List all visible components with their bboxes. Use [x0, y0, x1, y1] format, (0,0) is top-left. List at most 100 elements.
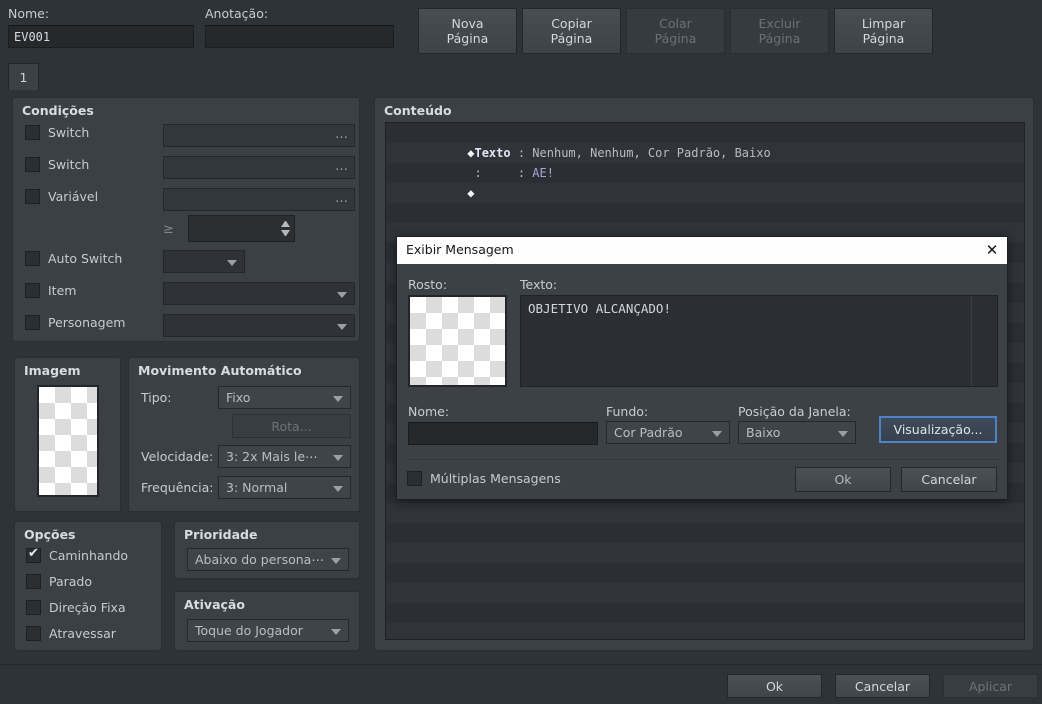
condicao-item-row[interactable]: Item: [25, 283, 76, 298]
page-tab-strip: 1: [0, 60, 1042, 90]
close-icon[interactable]: ✕: [981, 240, 1003, 261]
colar-pagina-button: Colar Página: [626, 8, 725, 54]
multiplas-mensagens-row[interactable]: Múltiplas Mensagens: [407, 471, 561, 486]
condicoes-title: Condições: [22, 103, 94, 118]
opcao-atravessar-checkbox[interactable]: [26, 626, 41, 641]
imagem-group: Imagem: [14, 357, 121, 512]
anotacao-input-wrap: [205, 25, 394, 48]
condicao-switch1-row[interactable]: Switch: [25, 125, 89, 140]
tipo-select[interactable]: Fixo: [218, 386, 351, 409]
dialog-title-bar: Exibir Mensagem ✕: [397, 237, 1007, 264]
dialog-ok-button[interactable]: Ok: [795, 467, 891, 492]
condicao-personagem-row[interactable]: Personagem: [25, 315, 125, 330]
condicao-variavel-checkbox[interactable]: [25, 189, 40, 204]
command-row-1[interactable]: ◆Texto : Nenhum, Nenhum, Cor Padrão, Bai…: [386, 123, 1024, 160]
condicao-auto-switch-label: Auto Switch: [48, 251, 123, 266]
opcao-caminhando-row[interactable]: Caminhando: [26, 546, 129, 563]
command-row-3[interactable]: ◆: [386, 163, 1024, 200]
exibir-mensagem-dialog: Exibir Mensagem ✕ Rosto: Texto: OBJETIVO…: [396, 236, 1008, 500]
anotacao-input[interactable]: [205, 25, 394, 48]
opcao-parado-checkbox[interactable]: [26, 574, 41, 589]
footer-aplicar-button: Aplicar: [943, 674, 1038, 698]
fundo-select[interactable]: Cor Padrão: [606, 421, 730, 444]
condicao-switch1-field[interactable]: [163, 124, 355, 147]
nova-pagina-line2: Página: [446, 31, 489, 46]
texto-value: OBJETIVO ALCANÇADO!: [528, 301, 671, 316]
limpar-pagina-line2: Página: [862, 31, 905, 46]
condicao-auto-switch-select[interactable]: [163, 250, 245, 273]
dialog-nome-input[interactable]: [408, 422, 598, 445]
copiar-pagina-line1: Copiar: [551, 16, 592, 31]
condicao-variavel-field[interactable]: [163, 188, 355, 211]
rosto-label: Rosto:: [408, 277, 448, 292]
multiplas-mensagens-checkbox[interactable]: [407, 471, 422, 486]
condicao-switch2-checkbox[interactable]: [25, 157, 40, 172]
condicao-variavel-row[interactable]: Variável: [25, 189, 98, 204]
dialog-title: Exibir Mensagem: [406, 242, 514, 257]
anotacao-label: Anotação:: [205, 6, 269, 21]
nome-label: Nome:: [8, 6, 50, 21]
dialog-separator: [407, 459, 999, 460]
nome-input[interactable]: [8, 25, 194, 48]
opcao-caminhando-label: Caminhando: [49, 548, 129, 563]
rota-button: Rota...: [232, 414, 351, 438]
texto-label: Texto:: [520, 277, 558, 292]
stepper-down-icon[interactable]: [281, 230, 290, 237]
command-row-2[interactable]: ◆: : AE!: [386, 143, 1024, 180]
tab-page-1[interactable]: 1: [8, 63, 39, 90]
opcao-atravessar-row[interactable]: Atravessar: [26, 626, 116, 641]
opcao-direcao-fixa-label: Direção Fixa: [49, 600, 126, 615]
condicao-operador-label: ≥: [163, 222, 174, 237]
footer-cancelar-button[interactable]: Cancelar: [835, 674, 930, 698]
ativacao-group: Ativação Toque do Jogador: [174, 591, 360, 651]
nova-pagina-line1: Nova: [451, 16, 484, 31]
opcao-direcao-fixa-row[interactable]: Direção Fixa: [26, 600, 126, 615]
limpar-pagina-button[interactable]: Limpar Página: [834, 8, 933, 54]
condicao-personagem-checkbox[interactable]: [25, 315, 40, 330]
condicao-item-label: Item: [48, 283, 77, 298]
condicao-valor-stepper[interactable]: [188, 215, 295, 242]
multiplas-mensagens-label: Múltiplas Mensagens: [430, 471, 561, 486]
condicao-item-checkbox[interactable]: [25, 283, 40, 298]
copiar-pagina-button[interactable]: Copiar Página: [522, 8, 621, 54]
condicao-item-select[interactable]: [163, 282, 355, 305]
conteudo-title: Conteúdo: [384, 103, 452, 118]
prioridade-title: Prioridade: [184, 527, 258, 542]
condicao-switch2-row[interactable]: Switch: [25, 157, 89, 172]
condicao-personagem-select[interactable]: [163, 314, 355, 337]
ativacao-select[interactable]: Toque do Jogador: [187, 619, 349, 642]
ativacao-title: Ativação: [184, 597, 245, 612]
limpar-pagina-line1: Limpar: [861, 16, 906, 31]
condicao-auto-switch-row[interactable]: Auto Switch: [25, 251, 122, 266]
velocidade-select[interactable]: 3: 2x Mais le⋯: [218, 445, 351, 468]
posicao-janela-select[interactable]: Baixo: [738, 421, 856, 444]
condicao-personagem-label: Personagem: [48, 315, 126, 330]
visualizacao-button[interactable]: Visualização...: [879, 416, 997, 443]
nova-pagina-button[interactable]: Nova Página: [418, 8, 517, 54]
opcao-parado-row[interactable]: Parado: [26, 574, 92, 589]
condicao-switch1-checkbox[interactable]: [25, 125, 40, 140]
dialog-nome-label: Nome:: [408, 404, 450, 419]
excluir-pagina-line1: Excluir: [758, 16, 801, 31]
opcoes-group: Opções Caminhando Parado Direção Fixa At…: [14, 521, 162, 651]
prioridade-select[interactable]: Abaixo do persona⋯: [187, 548, 349, 571]
condicao-auto-switch-checkbox[interactable]: [25, 251, 40, 266]
rosto-preview[interactable]: [408, 295, 507, 387]
condicao-switch2-label: Switch: [48, 157, 90, 172]
bottom-bar: Ok Cancelar Aplicar: [0, 664, 1042, 704]
imagem-preview[interactable]: [37, 385, 99, 497]
excluir-pagina-line2: Página: [758, 31, 801, 46]
footer-ok-button[interactable]: Ok: [727, 674, 822, 698]
dialog-cancelar-button[interactable]: Cancelar: [901, 467, 997, 492]
opcao-caminhando-checkbox[interactable]: [26, 546, 41, 563]
texto-editor[interactable]: OBJETIVO ALCANÇADO!: [520, 295, 998, 387]
top-bar: Nome: Anotação: Nova Página Copiar Págin…: [0, 0, 1042, 60]
condicao-variavel-label: Variável: [48, 189, 99, 204]
opcao-direcao-fixa-checkbox[interactable]: [26, 600, 41, 615]
stepper-up-icon[interactable]: [281, 220, 290, 227]
frequencia-select[interactable]: 3: Normal: [218, 476, 351, 499]
condicao-switch1-label: Switch: [48, 125, 90, 140]
copiar-pagina-line2: Página: [550, 31, 593, 46]
condicao-switch2-field[interactable]: [163, 156, 355, 179]
condicoes-group: Condições Switch Switch Variável ≥ Auto …: [12, 97, 360, 342]
